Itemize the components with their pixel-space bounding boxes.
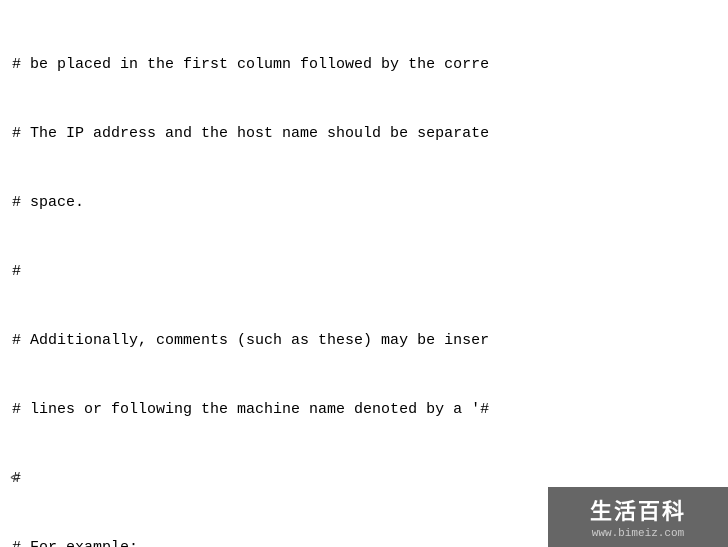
line-4: # <box>12 260 716 284</box>
watermark-main-text: 生活百科 <box>590 494 686 526</box>
watermark-sub-text: www.bimeiz.com <box>592 528 684 540</box>
editor-container: # be placed in the first column followed… <box>0 0 728 547</box>
text-content: # be placed in the first column followed… <box>0 0 728 547</box>
line-6: # lines or following the machine name de… <box>12 398 716 422</box>
watermark: 生活百科 www.bimeiz.com <box>548 487 728 547</box>
scrollbar-indicator: < <box>10 471 18 487</box>
line-3: # space. <box>12 191 716 215</box>
line-1: # be placed in the first column followed… <box>12 53 716 77</box>
line-2: # The IP address and the host name shoul… <box>12 122 716 146</box>
line-5: # Additionally, comments (such as these)… <box>12 329 716 353</box>
